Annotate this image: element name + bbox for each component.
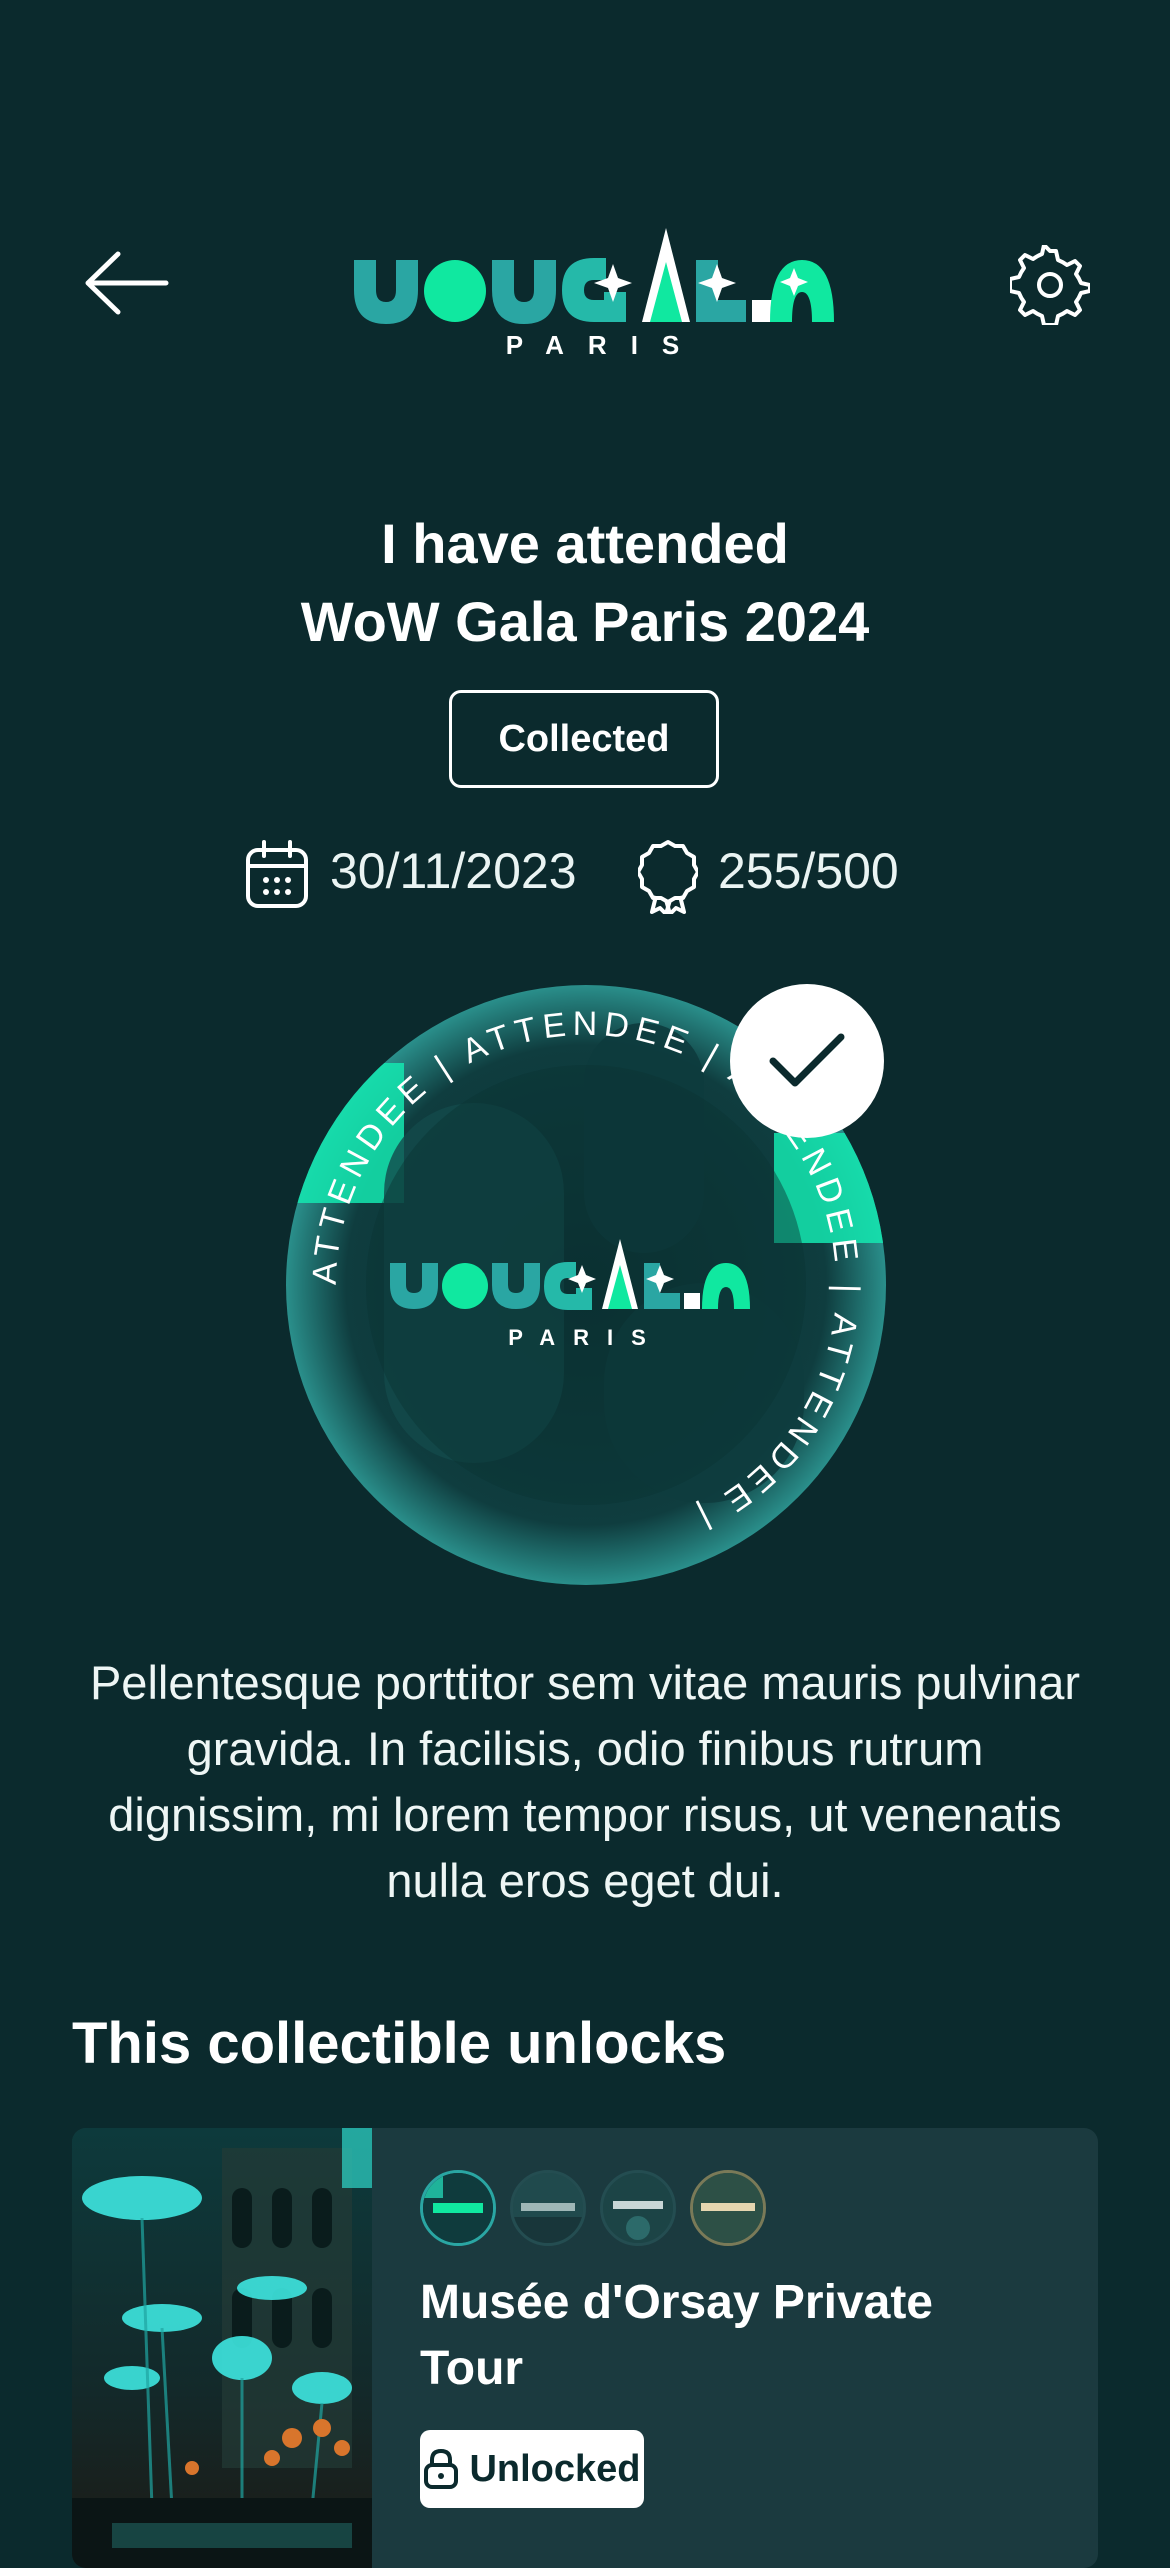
calendar-icon xyxy=(246,840,308,908)
event-thumbnail xyxy=(72,2128,372,2568)
collectible-meta: 30/11/2023 255/500 xyxy=(0,832,1170,914)
unlocks-section-title: This collectible unlocks xyxy=(72,2011,727,2076)
unlocked-badge[interactable]: Unlocked xyxy=(420,2430,644,2508)
collectible-title-line2: WoW Gala Paris 2024 xyxy=(300,590,870,653)
collectible-description: Pellentesque porttitor sem vitae mauris … xyxy=(89,1656,1081,1907)
collectible-title: I have attended WoW Gala Paris 2024 xyxy=(0,505,1170,661)
top-bar: PARIS xyxy=(0,200,1170,370)
collected-check-badge xyxy=(730,984,884,1138)
back-button[interactable] xyxy=(82,248,170,318)
logo-subtext: PARIS xyxy=(505,330,704,360)
collectible-count: 255/500 xyxy=(718,843,899,899)
lock-icon xyxy=(424,2448,459,2489)
avatar-event-3 xyxy=(600,2170,676,2246)
avatar-event-4 xyxy=(690,2170,766,2246)
collectible-title-line1: I have attended xyxy=(381,512,789,575)
unlocked-badge-label: Unlocked xyxy=(469,2447,641,2490)
award-ribbon-icon xyxy=(638,840,698,914)
wowgala-logo: PARIS xyxy=(350,220,835,370)
avatar-event-2 xyxy=(510,2170,586,2246)
collectible-date: 30/11/2023 xyxy=(330,843,577,899)
medal-logo-sub: PARIS xyxy=(508,1325,664,1350)
arrow-left-icon xyxy=(85,251,169,315)
unlock-card-title: Musée d'Orsay Private Tour xyxy=(420,2276,933,2395)
unlock-card[interactable]: Musée d'Orsay Private Tour Unlocked xyxy=(72,2128,1098,2568)
avatar-wowgala xyxy=(420,2170,496,2246)
settings-button[interactable] xyxy=(1008,243,1092,327)
wowgala-logo-mark xyxy=(354,228,834,324)
gear-icon xyxy=(1008,243,1092,327)
collected-badge: Collected xyxy=(449,690,719,788)
checkmark-icon xyxy=(769,1033,845,1087)
